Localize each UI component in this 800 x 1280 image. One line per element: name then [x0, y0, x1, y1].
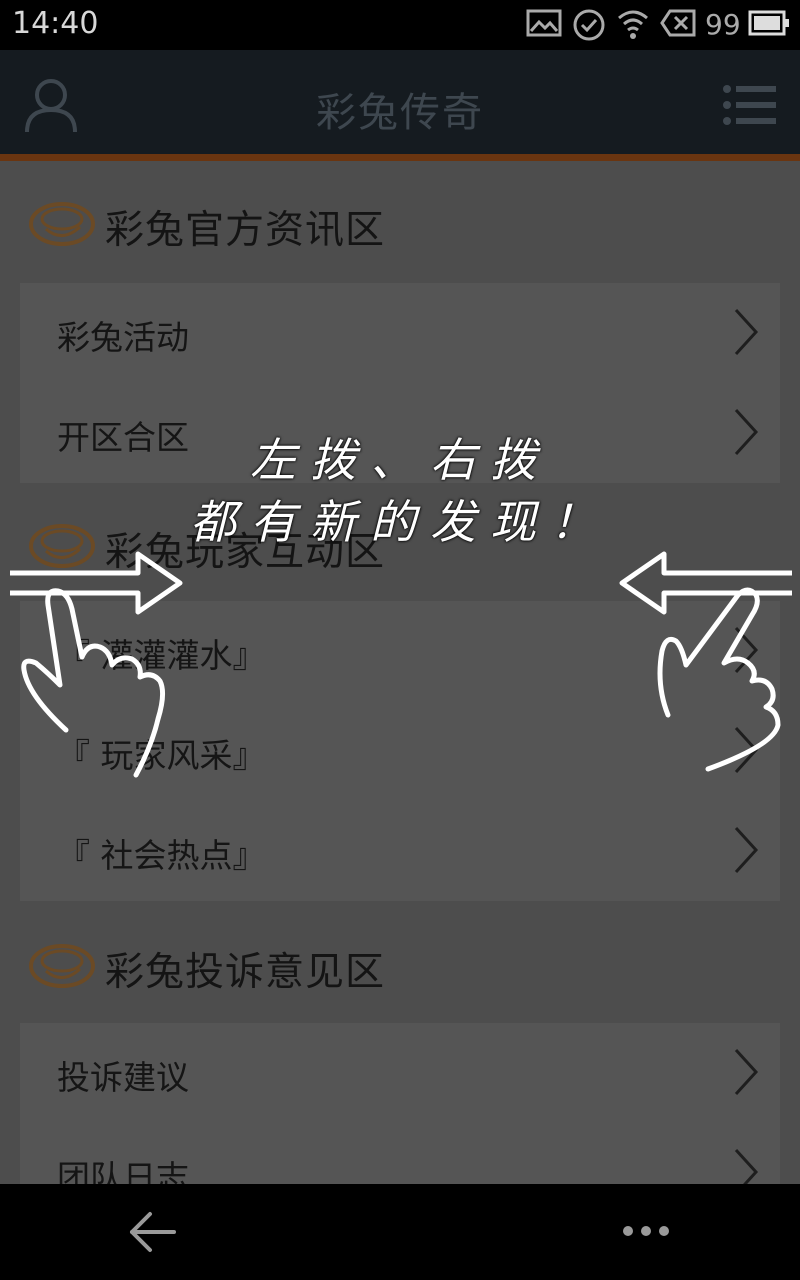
list-item-label: 彩兔活动 — [57, 318, 189, 357]
navigation-bar — [0, 1184, 800, 1280]
hand-pointer-right-icon — [657, 587, 781, 772]
status-time: 14:40 — [12, 6, 99, 41]
list-item-complaints[interactable]: 投诉建议 — [20, 1023, 780, 1123]
check-circle-icon — [573, 9, 605, 41]
hand-pointer-left-icon — [21, 588, 166, 778]
app-title: 彩兔传奇 — [316, 90, 484, 136]
list-item-team-log[interactable]: 团队日志 — [20, 1123, 780, 1184]
battery-icon — [748, 10, 789, 36]
swipe-hint-line2: 都有新的发现！ — [190, 495, 610, 549]
swipe-hint-line1: 左拨、右拨 — [250, 433, 550, 487]
chevron-right-icon — [734, 1048, 759, 1096]
sim-error-icon — [660, 9, 696, 37]
more-dots-icon[interactable] — [622, 1224, 670, 1238]
list-item-label: 投诉建议 — [57, 1058, 189, 1097]
app-bar: 彩兔传奇 — [0, 50, 800, 154]
accent-strip — [0, 154, 800, 161]
list-item-label: 『 社会热点』 — [57, 836, 266, 875]
list-item-hot-topics[interactable]: 『 社会热点』 — [20, 801, 780, 901]
list-item-label: 团队日志 — [57, 1158, 189, 1184]
list-item-activities[interactable]: 彩兔活动 — [20, 283, 780, 383]
status-bar: 14:40 99 — [0, 0, 800, 50]
menu-list-icon[interactable] — [722, 84, 778, 126]
section-header-feedback: 彩兔投诉意见区 — [0, 903, 800, 1027]
section-title: 彩兔投诉意见区 — [105, 950, 386, 995]
wifi-icon — [618, 10, 648, 39]
chevron-right-icon — [734, 308, 759, 356]
chevron-right-icon — [734, 1148, 759, 1184]
back-arrow-icon[interactable] — [128, 1210, 176, 1254]
battery-percent: 99 — [705, 8, 741, 41]
section-card-feedback: 投诉建议 团队日志 — [20, 1023, 780, 1184]
chevron-right-icon — [734, 826, 759, 874]
rabbit-logo-icon — [29, 944, 95, 988]
rabbit-logo-icon — [29, 202, 95, 246]
section-header-official: 彩兔官方资讯区 — [0, 161, 800, 285]
image-icon — [526, 9, 562, 37]
section-title: 彩兔官方资讯区 — [105, 208, 386, 253]
